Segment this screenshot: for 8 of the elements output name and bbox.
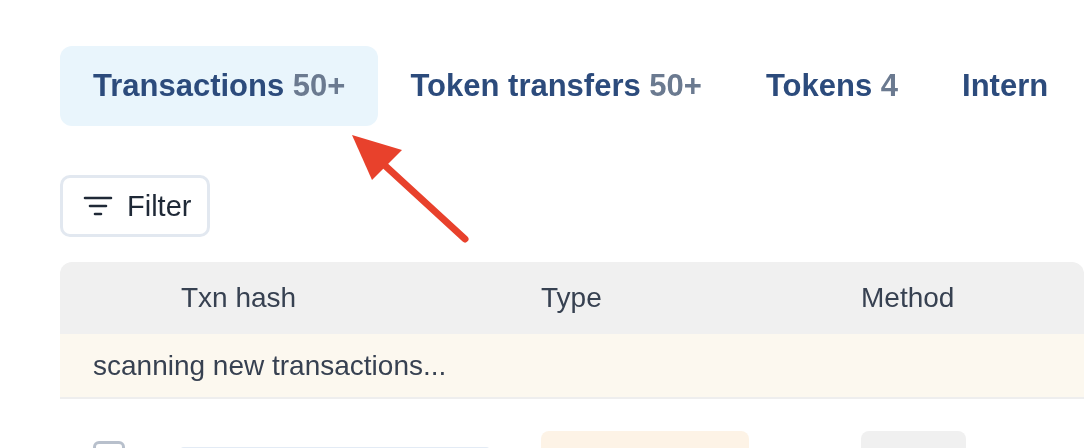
notice-text: scanning new transactions... [93, 349, 447, 382]
filter-icon [83, 195, 113, 217]
tab[interactable]: Intern [930, 46, 1081, 126]
tab[interactable]: Tokens 4 [733, 46, 931, 126]
filter-button[interactable]: Filter [60, 175, 211, 237]
table-header: Txn hash Type Method [60, 262, 1084, 334]
tab[interactable]: Transactions 50+ [60, 46, 379, 126]
tab[interactable]: Token transfers 50+ [378, 46, 734, 126]
